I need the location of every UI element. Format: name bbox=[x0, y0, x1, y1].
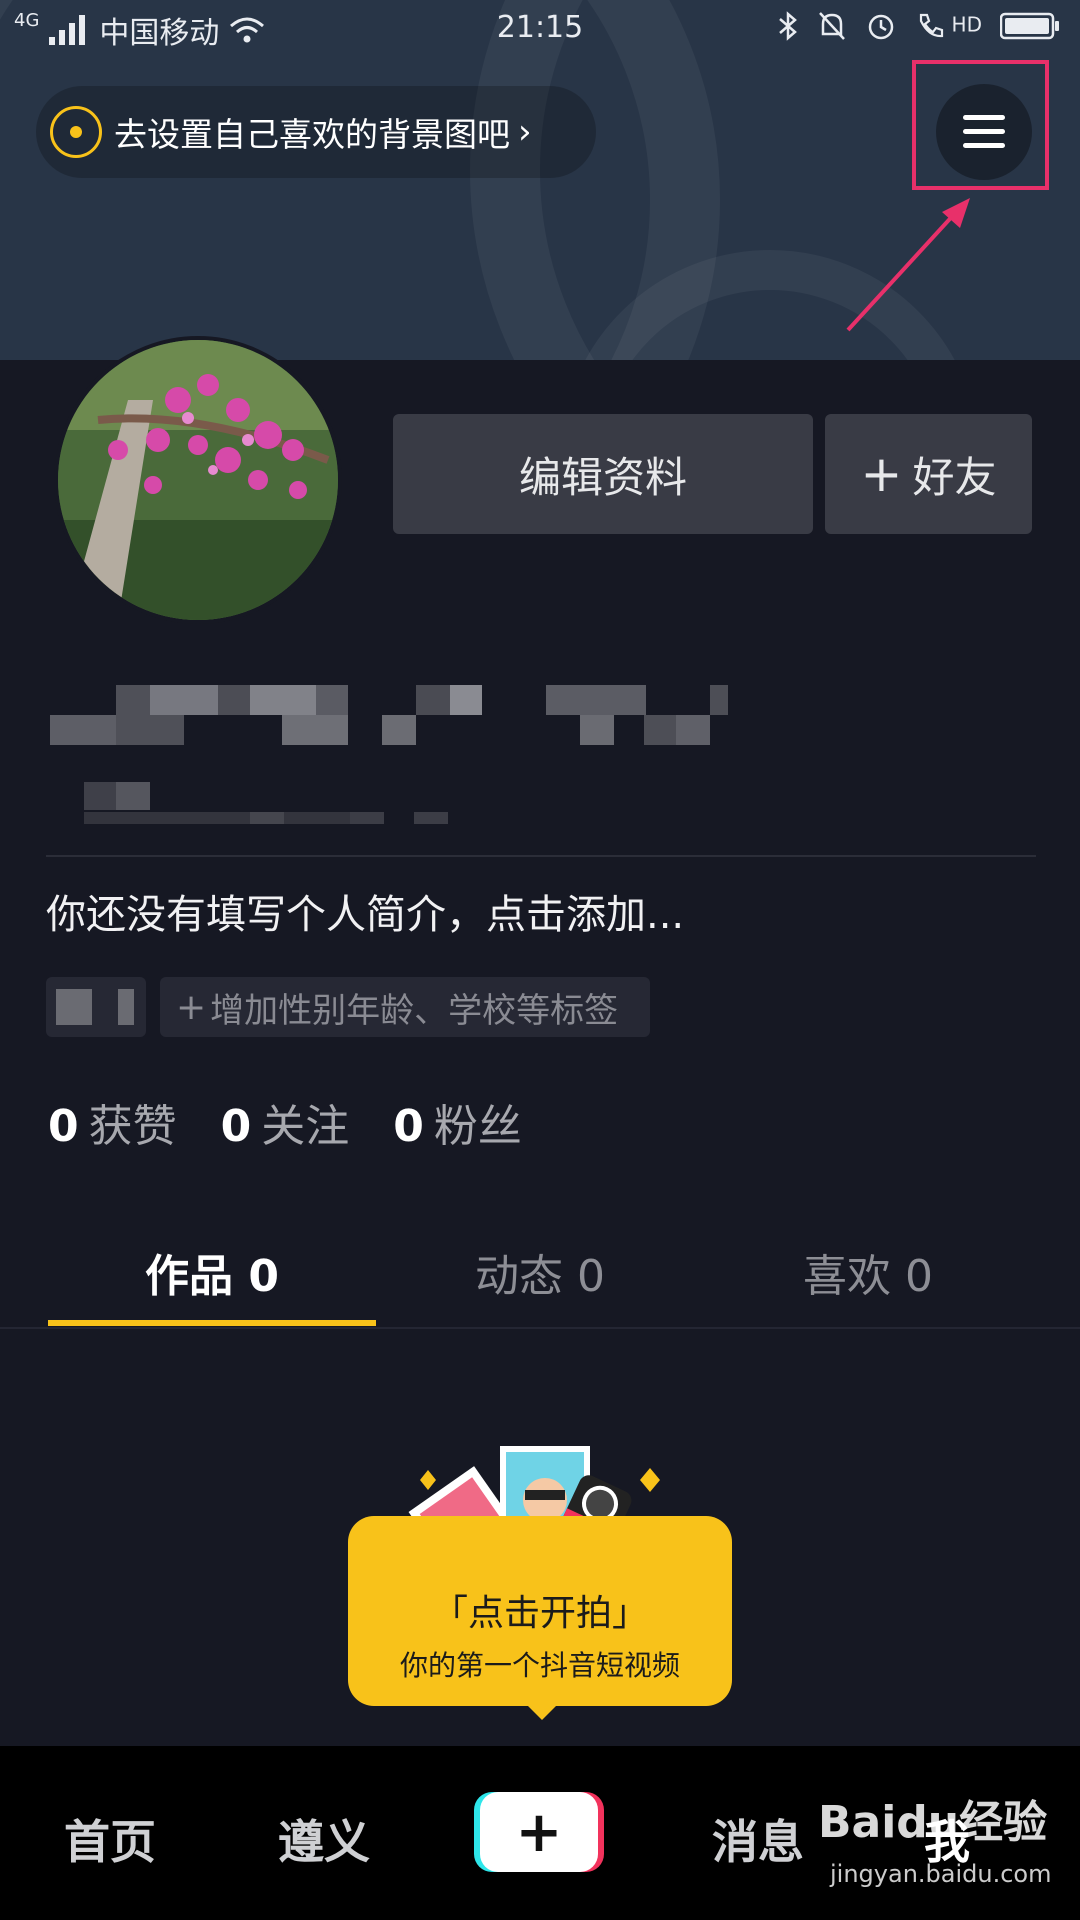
stat-label: 粉丝 bbox=[433, 1101, 522, 1152]
status-bar: 4G 中国移动 21:15 HD bbox=[0, 0, 1080, 56]
stat-label: 关注 bbox=[261, 1101, 350, 1152]
hd-call-icon: HD bbox=[915, 11, 982, 41]
content-tabs: 作品 0 动态 0 喜欢 0 bbox=[0, 1240, 1080, 1330]
bluetooth-icon bbox=[779, 11, 798, 41]
chevron-right-icon: › bbox=[518, 112, 532, 152]
edit-profile-button[interactable]: 编辑资料 bbox=[393, 414, 813, 534]
stat-value: 0 bbox=[48, 1101, 79, 1152]
plus-icon: + bbox=[176, 986, 207, 1028]
tab-works[interactable]: 作品 0 bbox=[48, 1240, 376, 1304]
stat-following[interactable]: 0 关注 bbox=[221, 1090, 350, 1154]
edit-profile-label: 编辑资料 bbox=[518, 452, 687, 502]
stat-label: 获赞 bbox=[88, 1101, 177, 1152]
tab-activity[interactable]: 动态 0 bbox=[376, 1240, 704, 1304]
shoot-card-title: 「点击开拍」 bbox=[431, 1593, 648, 1634]
stat-value: 0 bbox=[220, 1101, 252, 1152]
stat-value: 0 bbox=[393, 1101, 424, 1152]
tabs-divider bbox=[0, 1327, 1080, 1329]
shoot-card-subtitle: 你的第一个抖音短视频 bbox=[399, 1649, 680, 1682]
watermark-url: jingyan.baidu.com bbox=[830, 1860, 1052, 1888]
add-tags-button[interactable]: + 增加性别年龄、学校等标签 bbox=[160, 977, 650, 1037]
nav-home[interactable]: 首页 bbox=[64, 1806, 156, 1872]
stat-likes[interactable]: 0 获赞 bbox=[48, 1090, 177, 1154]
add-friend-label: 好友 bbox=[912, 452, 997, 502]
nav-messages[interactable]: 消息 bbox=[712, 1806, 804, 1872]
tag-redacted[interactable] bbox=[46, 977, 146, 1037]
add-tags-label: 增加性别年龄、学校等标签 bbox=[210, 990, 619, 1031]
bio-placeholder[interactable]: 你还没有填写个人简介，点击添加... bbox=[46, 882, 684, 940]
hd-label: HD bbox=[951, 12, 982, 37]
battery-icon bbox=[1000, 12, 1059, 40]
annotation-highlight-box bbox=[912, 60, 1049, 190]
stat-followers[interactable]: 0 粉丝 bbox=[393, 1090, 522, 1154]
annotation-arrow bbox=[846, 198, 970, 332]
section-divider bbox=[46, 855, 1036, 857]
avatar[interactable] bbox=[54, 336, 342, 624]
set-background-tip[interactable]: 去设置自己喜欢的背景图吧 › bbox=[36, 86, 596, 178]
nav-city[interactable]: 遵义 bbox=[278, 1806, 370, 1872]
add-friend-button[interactable]: + 好友 bbox=[825, 414, 1032, 534]
tip-dot-icon bbox=[50, 106, 102, 158]
watermark-brand: Baidu经验 bbox=[818, 1797, 1048, 1848]
tab-likes[interactable]: 喜欢 0 bbox=[704, 1240, 1032, 1304]
plus-icon: + bbox=[860, 445, 903, 503]
alarm-icon bbox=[868, 14, 894, 40]
start-shooting-card[interactable]: 「点击开拍」 你的第一个抖音短视频 bbox=[348, 1516, 732, 1720]
background-tip-text: 去设置自己喜欢的背景图吧 bbox=[114, 115, 510, 154]
create-video-button[interactable]: + bbox=[480, 1792, 598, 1872]
stats-row: 0 获赞 0 关注 0 粉丝 bbox=[48, 1090, 522, 1154]
plus-icon: + bbox=[515, 1799, 563, 1865]
mute-bell-icon bbox=[819, 12, 846, 40]
active-tab-indicator bbox=[48, 1320, 376, 1326]
